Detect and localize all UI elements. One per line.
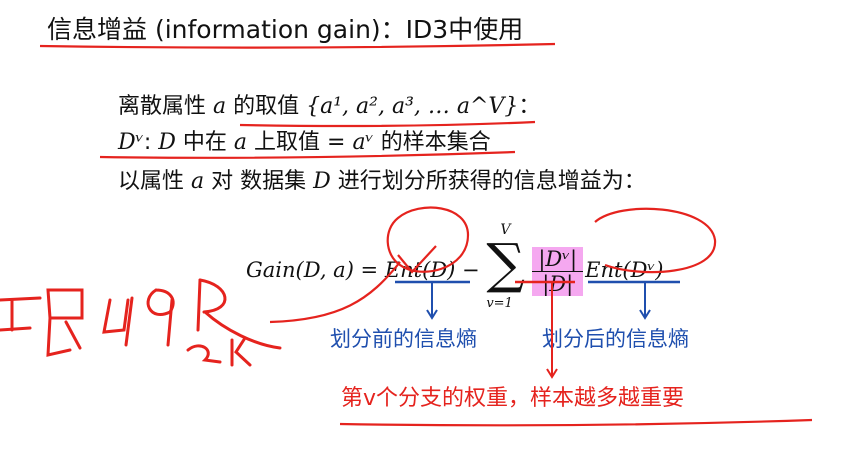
annotation-layer (0, 42, 813, 427)
title-underline (39, 42, 556, 49)
line2-underline (99, 150, 516, 159)
weight-underline (339, 418, 813, 427)
ent-dv-circle (594, 207, 717, 274)
connector-curve (269, 261, 401, 324)
line1-underline (239, 120, 536, 128)
handwritten-scribble (0, 278, 282, 367)
